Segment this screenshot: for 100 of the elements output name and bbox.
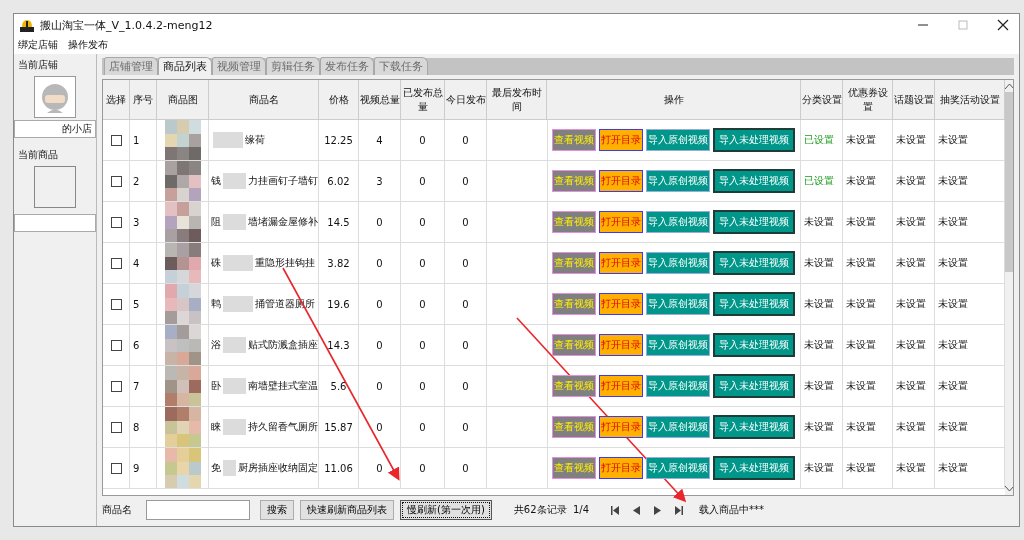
table-cell: 未设置 — [843, 161, 893, 201]
action-button[interactable]: 查看视频 — [552, 334, 596, 356]
action-button[interactable]: 打开目录 — [599, 211, 643, 233]
table-cell: 未设置 — [801, 448, 843, 488]
action-button[interactable]: 导入原创视频 — [646, 375, 710, 397]
toolbar-button[interactable]: 搜索 — [260, 500, 294, 520]
action-button[interactable]: 导入原创视频 — [646, 334, 710, 356]
table-cell: 0 — [401, 407, 445, 447]
scroll-up-icon[interactable] — [1005, 83, 1013, 89]
action-button[interactable]: 查看视频 — [552, 416, 596, 438]
table-cell: 未设置 — [801, 202, 843, 242]
action-button[interactable]: 导入未处理视频 — [713, 456, 795, 480]
action-button[interactable]: 打开目录 — [599, 416, 643, 438]
table-cell: 0 — [445, 325, 487, 365]
table-cell: 0 — [401, 325, 445, 365]
first-page-icon[interactable] — [611, 505, 619, 515]
action-button[interactable]: 导入未处理视频 — [713, 128, 795, 152]
tab[interactable]: 店铺管理 — [104, 57, 158, 75]
action-button[interactable]: 导入原创视频 — [646, 252, 710, 274]
next-page-icon[interactable] — [654, 505, 661, 515]
action-button[interactable]: 打开目录 — [599, 375, 643, 397]
close-icon[interactable] — [997, 19, 1009, 31]
table-cell: 未设置 — [893, 202, 935, 242]
action-button[interactable]: 导入未处理视频 — [713, 251, 795, 275]
table-cell: 19.6 — [319, 284, 359, 324]
table-cell: 14.5 — [319, 202, 359, 242]
action-button[interactable]: 导入原创视频 — [646, 170, 710, 192]
menu-item[interactable]: 绑定店铺 — [18, 38, 58, 52]
action-button[interactable]: 导入未处理视频 — [713, 292, 795, 316]
toolbar-button[interactable]: 慢刷新(第一次用) — [400, 500, 492, 520]
action-button[interactable]: 打开目录 — [599, 170, 643, 192]
checkbox[interactable] — [110, 339, 122, 351]
tab[interactable]: 视频管理 — [212, 57, 266, 75]
tab[interactable]: 下载任务 — [374, 57, 428, 75]
action-button[interactable]: 查看视频 — [552, 252, 596, 274]
action-button[interactable]: 导入未处理视频 — [713, 374, 795, 398]
action-button[interactable]: 导入原创视频 — [646, 293, 710, 315]
blur-mark — [223, 173, 246, 189]
column-header: 今日发布 — [445, 80, 487, 120]
blur-mark — [223, 378, 246, 394]
action-button[interactable]: 导入原创视频 — [646, 457, 710, 479]
tab[interactable]: 商品列表 — [158, 57, 212, 75]
scroll-thumb[interactable] — [1005, 92, 1013, 272]
table-cell: 0 — [445, 243, 487, 283]
table-cell: 9 — [130, 448, 157, 488]
menu-item[interactable]: 操作发布 — [68, 38, 108, 52]
action-button[interactable]: 打开目录 — [599, 293, 643, 315]
table-cell: 5.6 — [319, 366, 359, 406]
scroll-down-icon[interactable] — [1005, 486, 1013, 492]
scrollbar[interactable] — [1005, 80, 1013, 495]
action-button[interactable]: 查看视频 — [552, 129, 596, 151]
avatar-icon — [34, 76, 76, 118]
table-cell: 未设置 — [843, 284, 893, 324]
product-name-fragment: 钱 — [211, 174, 221, 188]
input-field[interactable] — [14, 214, 96, 232]
action-button[interactable]: 导入原创视频 — [646, 129, 710, 151]
product-name-fragment: 缘荷 — [245, 133, 265, 147]
checkbox[interactable] — [110, 175, 122, 187]
action-button[interactable]: 导入未处理视频 — [713, 169, 795, 193]
action-button[interactable]: 查看视频 — [552, 457, 596, 479]
table-cell: 11.06 — [319, 448, 359, 488]
tab[interactable]: 剪辑任务 — [266, 57, 320, 75]
previous-page-icon[interactable] — [633, 505, 640, 515]
action-button[interactable]: 查看视频 — [552, 170, 596, 192]
action-button[interactable]: 导入原创视频 — [646, 211, 710, 233]
action-button[interactable]: 导入未处理视频 — [713, 333, 795, 357]
table-cell: 14.3 — [319, 325, 359, 365]
search-field[interactable] — [146, 500, 250, 520]
tab[interactable]: 发布任务 — [320, 57, 374, 75]
checkbox[interactable] — [110, 257, 122, 269]
last-page-icon[interactable] — [675, 505, 683, 515]
action-button[interactable]: 导入未处理视频 — [713, 210, 795, 234]
checkbox[interactable] — [110, 134, 122, 146]
checkbox[interactable] — [110, 216, 122, 228]
checkbox[interactable] — [110, 421, 122, 433]
table-cell: 未设置 — [801, 325, 843, 365]
action-button[interactable]: 打开目录 — [599, 129, 643, 151]
action-button[interactable]: 查看视频 — [552, 211, 596, 233]
table-cell: 3.82 — [319, 243, 359, 283]
shop-name-field[interactable]: 的小店 — [14, 120, 96, 138]
table-cell: 未设置 — [843, 243, 893, 283]
product-name-fragment: 持久留香气厕所 — [248, 420, 318, 434]
action-button[interactable]: 查看视频 — [552, 293, 596, 315]
table-cell: 0 — [445, 161, 487, 201]
action-button[interactable]: 导入未处理视频 — [713, 415, 795, 439]
checkbox[interactable] — [110, 462, 122, 474]
checkbox[interactable] — [110, 380, 122, 392]
table-cell: 4 — [130, 243, 157, 283]
action-button[interactable]: 打开目录 — [599, 334, 643, 356]
table-cell: 7 — [130, 366, 157, 406]
action-button[interactable]: 查看视频 — [552, 375, 596, 397]
table-cell: 0 — [359, 202, 401, 242]
checkbox[interactable] — [110, 298, 122, 310]
action-button[interactable]: 打开目录 — [599, 252, 643, 274]
table-cell: 0 — [401, 120, 445, 160]
toolbar-button[interactable]: 快速刷新商品列表 — [300, 500, 394, 520]
product-name-fragment: 厨房插座收纳固定 — [238, 461, 318, 475]
action-button[interactable]: 导入原创视频 — [646, 416, 710, 438]
column-header: 最后发布时间 — [487, 80, 547, 120]
action-button[interactable]: 打开目录 — [599, 457, 643, 479]
